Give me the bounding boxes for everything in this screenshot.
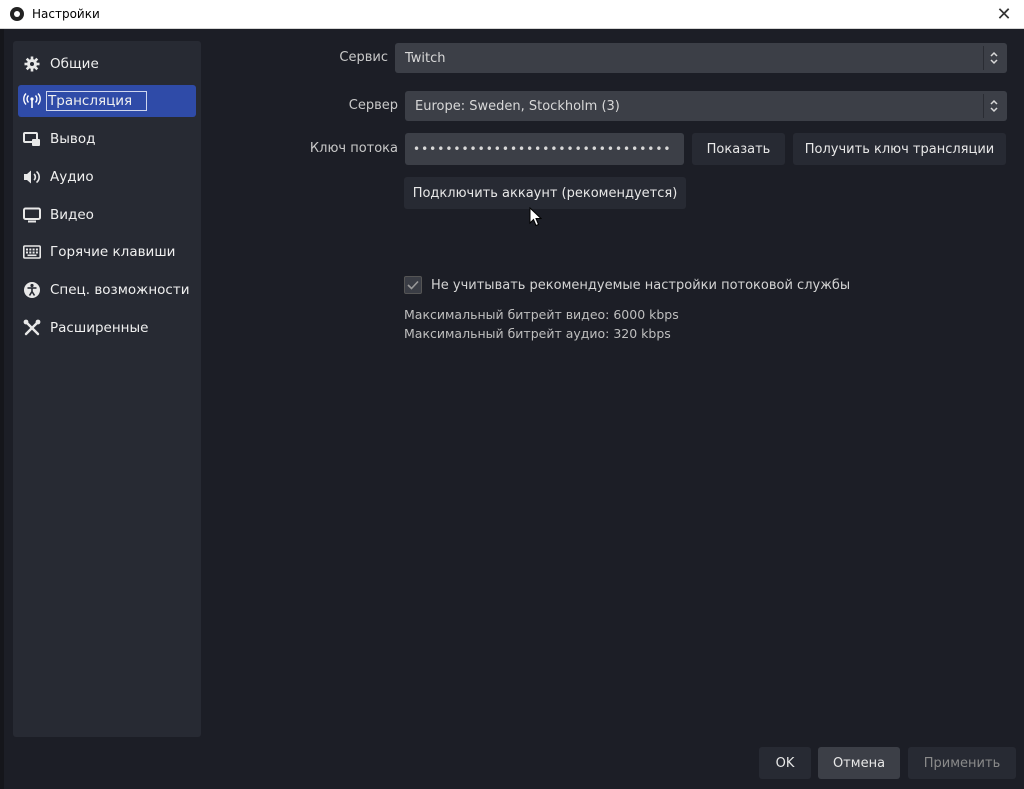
ignore-recommended-row: Не учитывать рекомендуемые настройки пот… xyxy=(404,276,850,294)
window-titlebar: Настройки ✕ xyxy=(0,0,1024,28)
sidebar-item-label: Трансляция xyxy=(46,91,148,111)
ignore-recommended-label: Не учитывать рекомендуемые настройки пот… xyxy=(431,277,851,293)
sidebar-item-label: Аудио xyxy=(50,169,94,185)
monitor-icon xyxy=(23,206,41,224)
service-label: Сервис xyxy=(339,50,388,65)
output-icon xyxy=(23,130,41,148)
ok-button[interactable]: OK xyxy=(759,747,811,779)
tools-icon xyxy=(23,319,41,337)
titlebar-divider xyxy=(0,28,1024,29)
sidebar-item-advanced[interactable]: Расширенные xyxy=(18,312,196,344)
speaker-icon xyxy=(23,168,41,186)
sidebar-item-label: Спец. возможности xyxy=(50,282,190,298)
updown-arrow-icon xyxy=(983,94,1004,118)
connect-account-button[interactable]: Подключить аккаунт (рекомендуется) xyxy=(404,177,686,209)
service-select[interactable]: Twitch xyxy=(395,43,1007,73)
stream-key-value: •••••••••••••••••••••••••••••••• xyxy=(413,142,672,156)
max-video-bitrate: Максимальный битрейт видео: 6000 kbps xyxy=(404,307,679,322)
get-stream-key-button[interactable]: Получить ключ трансляции xyxy=(793,133,1006,165)
sidebar-item-label: Общие xyxy=(50,56,99,72)
sidebar-item-stream[interactable]: Трансляция xyxy=(18,85,196,117)
server-value: Europe: Sweden, Stockholm (3) xyxy=(415,98,620,114)
broadcast-icon xyxy=(23,92,41,110)
window-edge xyxy=(0,29,4,789)
cancel-button[interactable]: Отмена xyxy=(818,747,900,779)
ignore-recommended-checkbox[interactable] xyxy=(404,276,422,294)
sidebar-item-label: Видео xyxy=(50,207,94,223)
window-title: Настройки xyxy=(32,7,100,21)
settings-sidebar: Общие Трансляция Вывод Аудио Видео Горяч… xyxy=(13,41,201,737)
apply-button[interactable]: Применить xyxy=(908,747,1016,779)
sidebar-item-label: Горячие клавиши xyxy=(50,244,176,260)
stream-key-input[interactable]: •••••••••••••••••••••••••••••••• xyxy=(405,133,684,165)
obs-logo-icon xyxy=(10,7,24,21)
sidebar-item-video[interactable]: Видео xyxy=(18,199,196,231)
sidebar-item-hotkeys[interactable]: Горячие клавиши xyxy=(18,236,196,268)
stream-key-label: Ключ потока xyxy=(309,141,398,156)
keyboard-icon xyxy=(23,243,41,261)
server-select[interactable]: Europe: Sweden, Stockholm (3) xyxy=(405,91,1007,121)
accessibility-icon xyxy=(23,281,41,299)
updown-arrow-icon xyxy=(983,46,1004,70)
sidebar-item-label: Вывод xyxy=(50,131,96,147)
checkmark-icon xyxy=(407,280,419,290)
mouse-cursor-icon xyxy=(529,207,542,227)
service-value: Twitch xyxy=(405,50,446,66)
max-audio-bitrate: Максимальный битрейт аудио: 320 kbps xyxy=(404,326,671,341)
sidebar-item-output[interactable]: Вывод xyxy=(18,123,196,155)
sidebar-item-accessibility[interactable]: Спец. возможности xyxy=(18,274,196,306)
sidebar-item-audio[interactable]: Аудио xyxy=(18,161,196,193)
gear-icon xyxy=(23,55,41,73)
sidebar-item-label: Расширенные xyxy=(50,320,149,336)
server-label: Сервер xyxy=(348,98,398,113)
sidebar-item-general[interactable]: Общие xyxy=(18,48,196,80)
close-icon[interactable]: ✕ xyxy=(992,2,1016,26)
show-key-button[interactable]: Показать xyxy=(692,133,785,165)
